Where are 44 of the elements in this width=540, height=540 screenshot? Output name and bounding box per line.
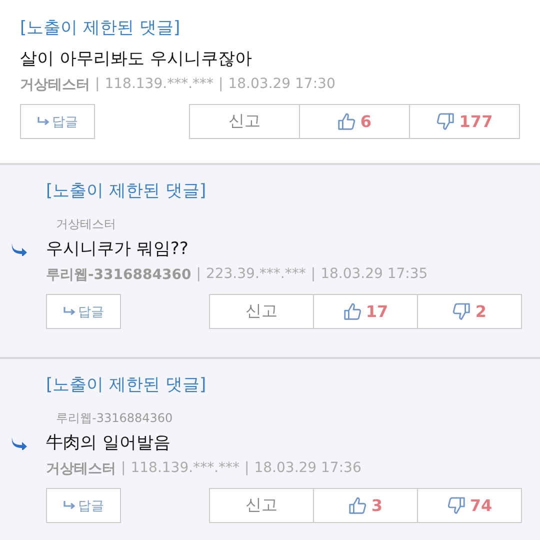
thumbs-down-icon	[446, 496, 466, 515]
thumbs-down-icon	[436, 112, 456, 131]
reply-button[interactable]: 답글	[46, 294, 121, 329]
ip-address: 118.139.***.***	[130, 460, 240, 478]
report-button[interactable]: 신고	[209, 294, 314, 329]
thumbs-down-icon	[452, 302, 472, 321]
comment-text: 살이 아무리봐도 우시니쿠잖아	[20, 48, 252, 70]
thumbs-up-icon	[342, 302, 362, 321]
dislike-button[interactable]: 74	[417, 488, 522, 523]
separator: |	[95, 76, 100, 94]
comment-date: 18.03.29 17:30	[228, 76, 336, 94]
comment-date: 18.03.29 17:36	[254, 460, 362, 478]
separator: |	[218, 76, 224, 94]
reply-arrow-icon	[37, 117, 50, 126]
like-button[interactable]: 6	[299, 104, 410, 139]
author-name: 거상테스터	[20, 76, 90, 94]
thumbs-up-icon	[337, 112, 356, 131]
dislike-button[interactable]: 177	[409, 104, 520, 139]
like-button[interactable]: 17	[313, 294, 418, 329]
separator: |	[121, 460, 126, 478]
reply-button[interactable]: 답글	[46, 488, 121, 523]
dislike-button[interactable]: 2	[417, 294, 522, 329]
comment-date: 18.03.29 17:35	[320, 266, 428, 284]
separator: |	[310, 266, 316, 284]
separator: |	[244, 460, 250, 478]
author-name: 루리웹-3316884360	[46, 266, 192, 284]
like-button[interactable]: 3	[313, 488, 418, 523]
restricted-label: [노출이 제한된 댓글]	[46, 374, 206, 396]
reply-arrow-icon	[63, 501, 76, 510]
comment-text: 牛肉의 일어발음	[46, 432, 170, 454]
restricted-label: [노출이 제한된 댓글]	[20, 17, 180, 39]
reply-arrow-icon	[63, 307, 76, 316]
ip-address: 118.139.***.***	[104, 76, 214, 94]
thumbs-up-icon	[348, 496, 368, 515]
reply-button[interactable]: 답글	[20, 104, 95, 139]
separator: |	[196, 266, 201, 284]
report-button[interactable]: 신고	[209, 488, 314, 523]
mention: 거상테스터	[56, 216, 116, 233]
mention: 루리웹-3316884360	[56, 410, 173, 427]
report-button[interactable]: 신고	[189, 104, 300, 139]
author-name: 거상테스터	[46, 460, 116, 478]
comment-text: 우시니쿠가 뭐임??	[46, 238, 188, 260]
ip-address: 223.39.***.***	[206, 266, 306, 284]
restricted-label: [노출이 제한된 댓글]	[46, 180, 206, 202]
